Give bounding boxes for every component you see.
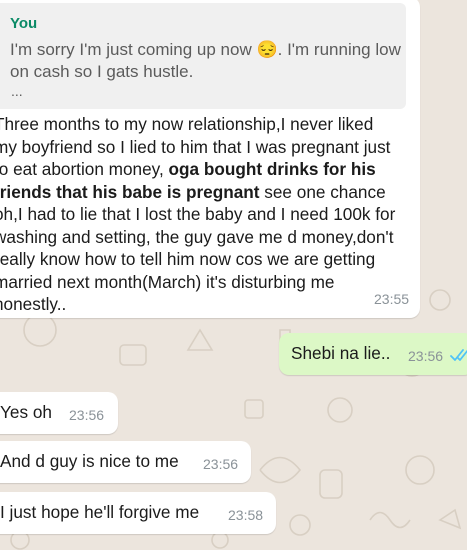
message-timestamp: 23:56 xyxy=(203,456,239,472)
message-text: And d guy is nice to me xyxy=(0,451,179,471)
message-bubble-incoming-long[interactable]: You I'm sorry I'm just coming up now 😔. … xyxy=(0,0,420,318)
message-bubble-incoming[interactable]: Yes oh 23:56 xyxy=(0,392,118,434)
pensive-face-emoji-icon: 😔 xyxy=(256,40,278,59)
double-check-read-icon xyxy=(450,349,467,361)
message-text: Shebi na lie.. xyxy=(291,343,391,363)
message-timestamp: 23:56 xyxy=(408,348,444,364)
reply-quote-text-part: I'm sorry I'm just coming up now xyxy=(10,40,257,59)
message-bubble-incoming[interactable]: And d guy is nice to me 23:56 xyxy=(0,441,251,483)
message-text: Three months to my now relationship,I ne… xyxy=(0,113,398,316)
reply-quote-text: I'm sorry I'm just coming up now 😔. I'm … xyxy=(10,39,406,83)
reply-quote-ellipsis: ... xyxy=(11,83,23,99)
message-timestamp: 23:55 xyxy=(374,291,410,307)
message-text: I just hope he'll forgive me xyxy=(0,502,200,522)
message-timestamp: 23:56 xyxy=(69,407,105,423)
message-timestamp: 23:58 xyxy=(228,507,264,523)
message-text: Yes oh xyxy=(0,402,52,422)
reply-quote[interactable]: You I'm sorry I'm just coming up now 😔. … xyxy=(0,3,406,109)
message-bubble-outgoing[interactable]: Shebi na lie.. 23:56 xyxy=(279,333,467,375)
message-bubble-incoming[interactable]: I just hope he'll forgive me 23:58 xyxy=(0,492,276,534)
reply-quote-author: You xyxy=(10,15,38,32)
